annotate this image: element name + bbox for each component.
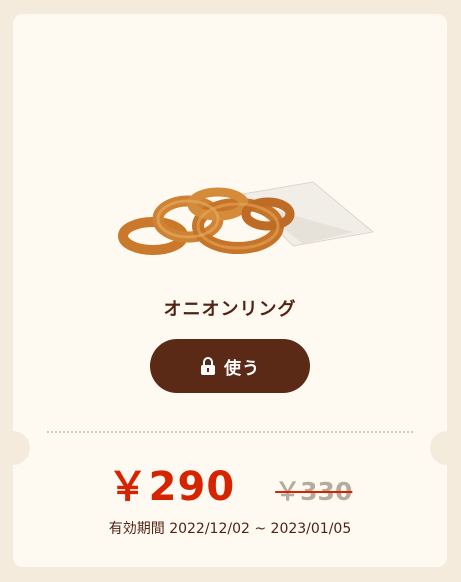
use-coupon-button[interactable]: 使う [150,339,310,393]
product-image [93,164,383,264]
price-row: ￥290 ￥330 [13,454,447,512]
coupon-card: オニオンリング 使う ￥290 ￥330 有効期間 2022/12/02 ~ 2… [0,14,461,567]
original-price: ￥330 [275,477,353,506]
use-button-label: 使う [224,358,260,379]
lock-icon [200,357,216,375]
dotted-divider [47,431,413,433]
product-name: オニオンリング [163,299,297,320]
discount-price: ￥290 [107,464,236,510]
validity-period: 有効期間 2022/12/02 ~ 2023/01/05 [108,521,352,537]
